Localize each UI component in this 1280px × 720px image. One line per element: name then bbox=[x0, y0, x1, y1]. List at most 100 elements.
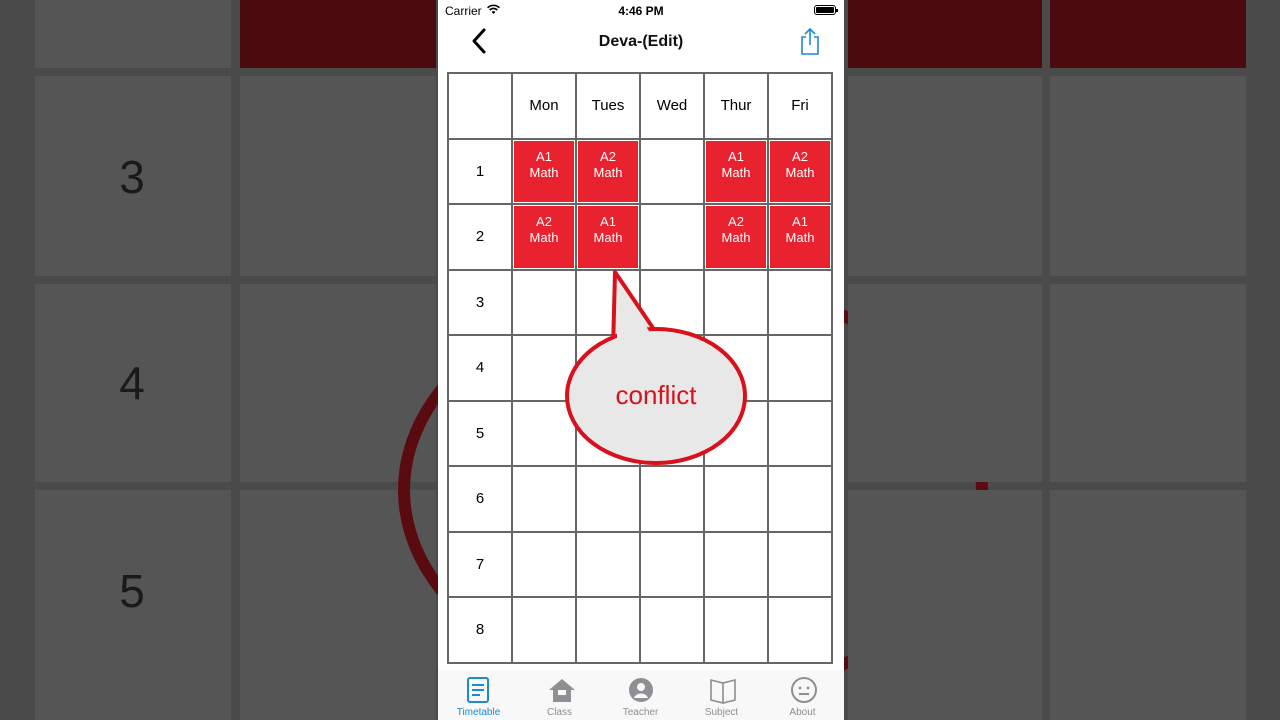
period-row: 2 A2 Math A1 Math A2 Math A1 Math bbox=[447, 203, 833, 271]
bg-cell bbox=[35, 0, 231, 68]
period-row: 7 bbox=[447, 530, 833, 598]
lesson-subject: Math bbox=[721, 230, 751, 245]
tab-label: Teacher bbox=[622, 707, 659, 718]
period-label: 6 bbox=[447, 465, 513, 533]
navigation-bar: Deva-(Edit) bbox=[438, 20, 844, 64]
slot-empty[interactable] bbox=[703, 530, 769, 598]
lesson-entry[interactable]: A2 Math bbox=[578, 140, 638, 202]
slot-empty[interactable] bbox=[767, 465, 833, 533]
lesson-class: A1 bbox=[600, 214, 616, 229]
conflict-callout: conflict bbox=[565, 270, 747, 465]
bg-cell bbox=[848, 76, 1042, 276]
slot-empty[interactable] bbox=[575, 596, 641, 664]
person-icon bbox=[629, 678, 653, 702]
bg-cell bbox=[240, 76, 436, 276]
slot-empty[interactable] bbox=[511, 530, 577, 598]
period-row: 6 bbox=[447, 465, 833, 533]
slot-p1-thur[interactable]: A1 Math bbox=[703, 137, 769, 205]
tab-class[interactable]: Class bbox=[519, 670, 600, 720]
slot-empty[interactable] bbox=[511, 465, 577, 533]
lesson-class: A1 bbox=[728, 148, 744, 164]
lesson-entry[interactable]: A1 Math bbox=[770, 206, 830, 268]
slot-empty[interactable] bbox=[767, 268, 833, 336]
period-label: 5 bbox=[447, 399, 513, 467]
lesson-entry[interactable]: A1 Math bbox=[578, 206, 638, 268]
tab-label: About bbox=[789, 707, 816, 718]
lesson-subject: Math bbox=[785, 164, 815, 180]
bg-red-cell bbox=[1050, 0, 1246, 68]
tab-bar: Timetable Class Teacher Subject About bbox=[438, 670, 844, 720]
slot-empty[interactable] bbox=[575, 465, 641, 533]
tab-about[interactable]: About bbox=[762, 670, 843, 720]
lesson-class: A2 bbox=[600, 148, 616, 164]
status-time: 4:46 PM bbox=[618, 4, 664, 18]
day-header-tues: Tues bbox=[575, 72, 641, 140]
lesson-subject: Math bbox=[785, 230, 815, 245]
slot-empty[interactable] bbox=[703, 465, 769, 533]
lesson-class: A1 bbox=[536, 148, 552, 164]
period-label: 2 bbox=[447, 203, 513, 271]
bg-red-cell bbox=[848, 0, 1042, 68]
day-header-fri: Fri bbox=[767, 72, 833, 140]
period-label: 8 bbox=[447, 596, 513, 664]
slot-empty[interactable] bbox=[767, 530, 833, 598]
slot-p1-wed[interactable] bbox=[639, 137, 705, 205]
slot-p1-tues[interactable]: A2 Math bbox=[575, 137, 641, 205]
period-label: 3 bbox=[447, 268, 513, 336]
slot-empty[interactable] bbox=[639, 596, 705, 664]
battery-icon bbox=[814, 5, 838, 15]
slot-empty[interactable] bbox=[639, 465, 705, 533]
lesson-class: A2 bbox=[536, 214, 552, 229]
slot-empty[interactable] bbox=[639, 530, 705, 598]
tab-teacher[interactable]: Teacher bbox=[600, 670, 681, 720]
share-icon[interactable] bbox=[798, 26, 822, 56]
day-header-wed: Wed bbox=[639, 72, 705, 140]
day-header-thur: Thur bbox=[703, 72, 769, 140]
slot-empty[interactable] bbox=[511, 596, 577, 664]
conflict-label: conflict bbox=[615, 380, 697, 410]
lesson-subject: Math bbox=[529, 164, 559, 180]
slot-empty[interactable] bbox=[703, 596, 769, 664]
period-label: 7 bbox=[447, 530, 513, 598]
bg-cell bbox=[1050, 284, 1246, 482]
book-icon bbox=[710, 678, 736, 704]
tab-subject[interactable]: Subject bbox=[681, 670, 762, 720]
tab-timetable[interactable]: Timetable bbox=[438, 670, 519, 720]
slot-p1-fri[interactable]: A2 Math bbox=[767, 137, 833, 205]
slot-p2-wed[interactable] bbox=[639, 203, 705, 271]
lesson-subject: Math bbox=[721, 164, 751, 180]
lesson-entry[interactable]: A1 Math bbox=[514, 140, 574, 202]
lesson-entry[interactable]: A1 Math bbox=[706, 140, 766, 202]
lesson-entry[interactable]: A2 Math bbox=[514, 206, 574, 268]
lesson-entry[interactable]: A2 Math bbox=[770, 140, 830, 202]
slot-p2-tues[interactable]: A1 Math bbox=[575, 203, 641, 271]
bg-cell bbox=[1050, 490, 1246, 720]
corner-cell bbox=[447, 72, 513, 140]
period-row: 8 bbox=[447, 596, 833, 664]
header-row: Mon Tues Wed Thur Fri bbox=[447, 72, 833, 140]
bg-period-label: 3 bbox=[119, 151, 145, 203]
lesson-class: A2 bbox=[792, 148, 808, 164]
status-bar: Carrier 4:46 PM bbox=[438, 0, 844, 20]
slot-empty[interactable] bbox=[575, 530, 641, 598]
slot-p2-mon[interactable]: A2 Math bbox=[511, 203, 577, 271]
bg-period-label: 4 bbox=[119, 357, 145, 409]
lesson-subject: Math bbox=[593, 164, 623, 180]
period-label: 4 bbox=[447, 334, 513, 402]
slot-empty[interactable] bbox=[767, 596, 833, 664]
slot-p2-fri[interactable]: A1 Math bbox=[767, 203, 833, 271]
lesson-entry[interactable]: A2 Math bbox=[706, 206, 766, 268]
slot-empty[interactable] bbox=[767, 334, 833, 402]
slot-p2-thur[interactable]: A2 Math bbox=[703, 203, 769, 271]
slot-empty[interactable] bbox=[767, 399, 833, 467]
tab-label: Timetable bbox=[456, 707, 501, 718]
lesson-subject: Math bbox=[593, 230, 623, 245]
bg-cell bbox=[848, 490, 1042, 720]
tab-label: Subject bbox=[704, 707, 739, 718]
lesson-class: A1 bbox=[792, 214, 808, 229]
slot-p1-mon[interactable]: A1 Math bbox=[511, 137, 577, 205]
period-label: 1 bbox=[447, 137, 513, 205]
bg-cell bbox=[848, 284, 1042, 482]
lesson-subject: Math bbox=[529, 230, 559, 245]
face-icon bbox=[791, 677, 817, 703]
